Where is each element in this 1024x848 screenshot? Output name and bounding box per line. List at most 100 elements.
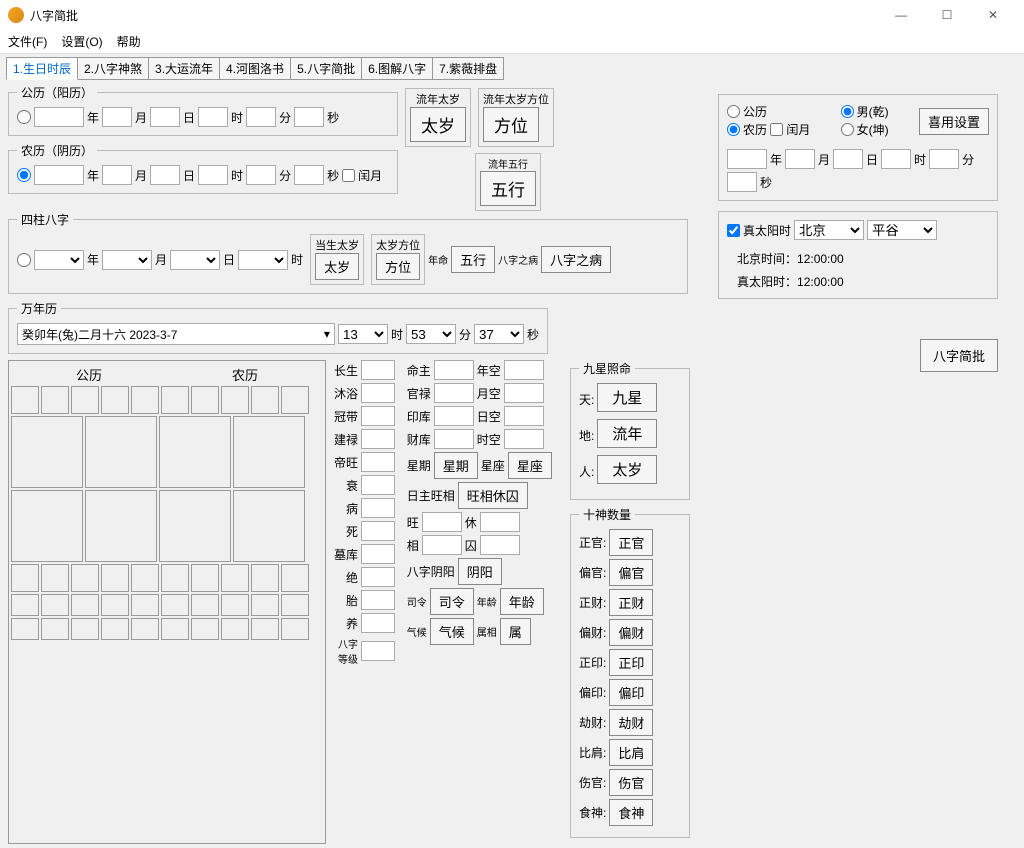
- nianming-wuxing-button[interactable]: 五行: [451, 246, 495, 273]
- bazhibing-button[interactable]: 八字之病: [541, 246, 611, 273]
- twelve-field-11[interactable]: [361, 613, 395, 633]
- sizhu-month-sel[interactable]: [102, 250, 152, 270]
- menu-help[interactable]: 帮助: [117, 33, 141, 50]
- tab-2[interactable]: 2.八字神煞: [77, 57, 149, 80]
- wangxiang-button[interactable]: 旺相休囚: [458, 482, 528, 509]
- shu-button[interactable]: 属: [500, 618, 531, 645]
- nongli-sec[interactable]: [294, 165, 324, 185]
- fangwei-button[interactable]: 方位: [483, 107, 539, 142]
- wuxing-button[interactable]: 五行: [480, 171, 536, 206]
- shishen-btn-7[interactable]: 比肩: [609, 739, 653, 766]
- nongli-day[interactable]: [150, 165, 180, 185]
- mingzhu-field[interactable]: [434, 360, 474, 380]
- right-nongli-radio[interactable]: 农历: [727, 121, 767, 138]
- jiuxing-ren-button[interactable]: 太岁: [597, 455, 657, 484]
- taisui-fangwei-button[interactable]: 方位: [376, 253, 420, 280]
- shishen-btn-2[interactable]: 正财: [609, 589, 653, 616]
- xingzuo-button[interactable]: 星座: [508, 452, 552, 479]
- zhentaiyang-checkbox[interactable]: 真太阳时: [727, 222, 791, 239]
- sizhu-radio[interactable]: [17, 253, 31, 267]
- twelve-field-7[interactable]: [361, 521, 395, 541]
- xiyong-button[interactable]: 喜用设置: [919, 108, 989, 135]
- gongli-hour[interactable]: [198, 107, 228, 127]
- gongli-radio[interactable]: [17, 110, 31, 124]
- menu-settings[interactable]: 设置(O): [61, 33, 102, 50]
- xiu-field[interactable]: [480, 512, 520, 532]
- yinku-field[interactable]: [434, 406, 474, 426]
- nongli-radio[interactable]: [17, 168, 31, 182]
- wannian-min[interactable]: 53: [406, 324, 456, 344]
- male-radio[interactable]: 男(乾): [841, 103, 889, 120]
- nongli-year[interactable]: [34, 165, 84, 185]
- sizhu-day-sel[interactable]: [170, 250, 220, 270]
- sizhu-year-sel[interactable]: [34, 250, 84, 270]
- wannian-hour[interactable]: 13: [338, 324, 388, 344]
- guanlu-field[interactable]: [434, 383, 474, 403]
- city1-select[interactable]: 北京: [794, 220, 864, 240]
- yuekong-field[interactable]: [504, 383, 544, 403]
- xingqi-button[interactable]: 星期: [434, 452, 478, 479]
- caiku-field[interactable]: [434, 429, 474, 449]
- submit-button[interactable]: 八字简批: [920, 339, 998, 372]
- city2-select[interactable]: 平谷: [867, 220, 937, 240]
- gongli-sec[interactable]: [294, 107, 324, 127]
- dangsheng-taisui-button[interactable]: 太岁: [315, 253, 359, 280]
- wannian-sec[interactable]: 37: [474, 324, 524, 344]
- r-month[interactable]: [785, 149, 815, 169]
- shishen-btn-8[interactable]: 伤官: [609, 769, 653, 796]
- twelve-field-10[interactable]: [361, 590, 395, 610]
- shishen-btn-5[interactable]: 偏印: [609, 679, 653, 706]
- qihou-button[interactable]: 气候: [430, 618, 474, 645]
- menu-file[interactable]: 文件(F): [8, 33, 47, 50]
- jiuxing-tian-button[interactable]: 九星: [597, 383, 657, 412]
- twelve-field-4[interactable]: [361, 452, 395, 472]
- twelve-field-8[interactable]: [361, 544, 395, 564]
- taisui-button[interactable]: 太岁: [410, 107, 466, 142]
- gongli-day[interactable]: [150, 107, 180, 127]
- gongli-min[interactable]: [246, 107, 276, 127]
- dengji-field[interactable]: [361, 641, 395, 661]
- r-sec[interactable]: [727, 172, 757, 192]
- tab-6[interactable]: 6.图解八字: [361, 57, 433, 80]
- nongli-min[interactable]: [246, 165, 276, 185]
- maximize-button[interactable]: ☐: [924, 0, 970, 30]
- yinyang-button[interactable]: 阴阳: [458, 558, 502, 585]
- rikong-field[interactable]: [504, 406, 544, 426]
- shishen-btn-0[interactable]: 正官: [609, 529, 653, 556]
- siling-button[interactable]: 司令: [430, 588, 474, 615]
- nongli-month[interactable]: [102, 165, 132, 185]
- xiang-field[interactable]: [422, 535, 462, 555]
- tab-7[interactable]: 7.紫薇排盘: [432, 57, 504, 80]
- tab-5[interactable]: 5.八字简批: [290, 57, 362, 80]
- wang-field[interactable]: [422, 512, 462, 532]
- close-button[interactable]: ✕: [970, 0, 1016, 30]
- shishen-btn-6[interactable]: 劫财: [609, 709, 653, 736]
- twelve-field-0[interactable]: [361, 360, 395, 380]
- female-radio[interactable]: 女(坤): [841, 121, 889, 138]
- niankon-field[interactable]: [504, 360, 544, 380]
- r-hour[interactable]: [881, 149, 911, 169]
- r-day[interactable]: [833, 149, 863, 169]
- minimize-button[interactable]: —: [878, 0, 924, 30]
- sizhu-hour-sel[interactable]: [238, 250, 288, 270]
- nianling-button[interactable]: 年龄: [500, 588, 544, 615]
- shishen-btn-9[interactable]: 食神: [609, 799, 653, 826]
- leap-checkbox[interactable]: 闰月: [342, 167, 382, 184]
- jiuxing-di-button[interactable]: 流年: [597, 419, 657, 448]
- tab-3[interactable]: 3.大运流年: [148, 57, 220, 80]
- shishen-btn-1[interactable]: 偏官: [609, 559, 653, 586]
- right-leap-checkbox[interactable]: 闰月: [770, 121, 810, 138]
- twelve-field-1[interactable]: [361, 383, 395, 403]
- shikong-field[interactable]: [504, 429, 544, 449]
- twelve-field-9[interactable]: [361, 567, 395, 587]
- shishen-btn-3[interactable]: 偏财: [609, 619, 653, 646]
- twelve-field-6[interactable]: [361, 498, 395, 518]
- r-min[interactable]: [929, 149, 959, 169]
- twelve-field-5[interactable]: [361, 475, 395, 495]
- gongli-month[interactable]: [102, 107, 132, 127]
- shishen-btn-4[interactable]: 正印: [609, 649, 653, 676]
- right-gongli-radio[interactable]: 公历: [727, 103, 767, 120]
- nongli-hour[interactable]: [198, 165, 228, 185]
- wannian-input[interactable]: 癸卯年(兔)二月十六 2023-3-7 ▾: [17, 323, 335, 345]
- r-year[interactable]: [727, 149, 767, 169]
